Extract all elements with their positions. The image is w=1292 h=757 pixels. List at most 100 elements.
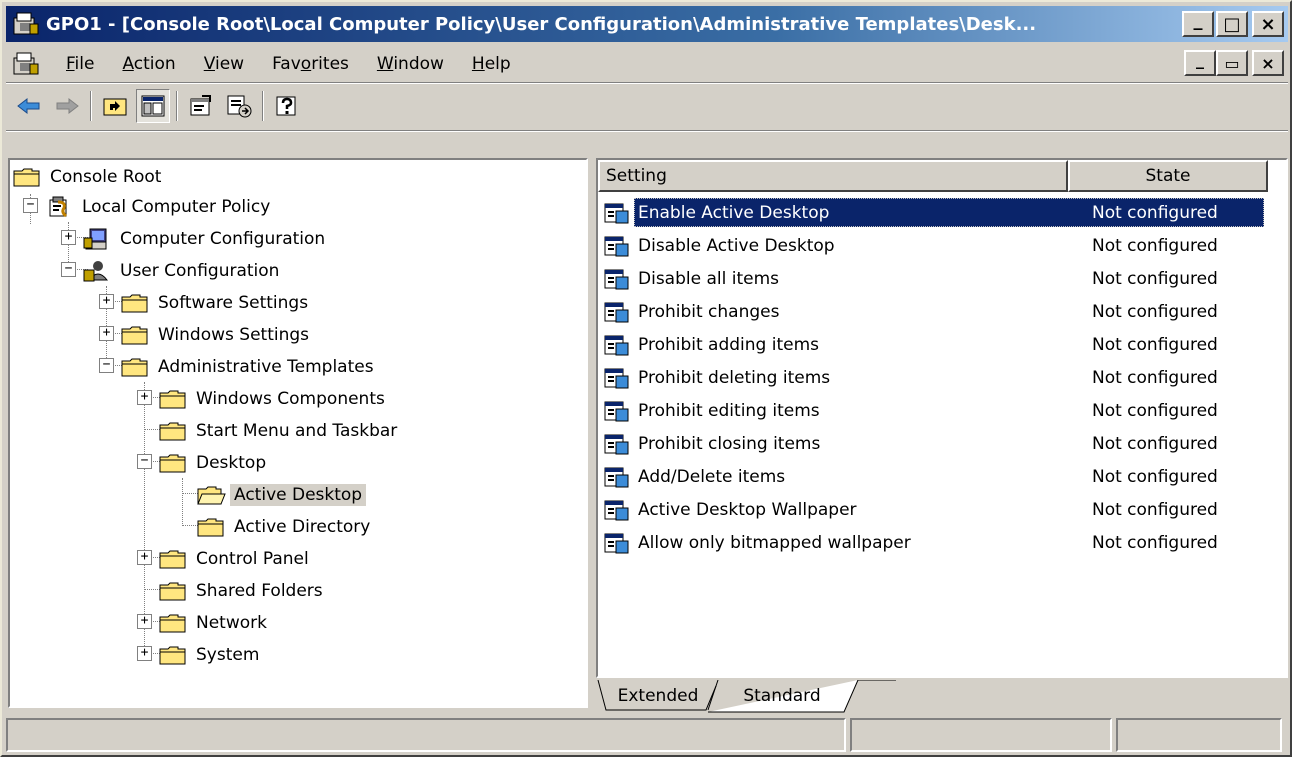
expand-toggle[interactable]: + xyxy=(137,646,152,661)
collapse-toggle[interactable]: − xyxy=(137,454,152,469)
policy-setting-icon xyxy=(604,500,629,520)
export-list-button[interactable] xyxy=(222,89,256,123)
list-row[interactable]: Disable all items Not configured xyxy=(598,262,1266,295)
tree-item-console-root[interactable]: Console Root xyxy=(12,162,165,192)
menu-help[interactable]: Help xyxy=(458,54,525,74)
tree-item-windows-components[interactable]: Windows Components xyxy=(158,384,389,414)
setting-name: Prohibit deleting items xyxy=(638,367,831,388)
folder-icon xyxy=(159,422,186,441)
collapse-toggle[interactable]: − xyxy=(61,262,76,277)
help-button[interactable] xyxy=(270,89,304,123)
tab-extended[interactable]: Extended xyxy=(608,680,708,712)
list-row[interactable]: Prohibit adding items Not configured xyxy=(598,328,1266,361)
list-row[interactable]: Enable Active Desktop Not configured xyxy=(598,196,1266,229)
tree-item-network[interactable]: Network xyxy=(158,608,271,638)
child-restore-button[interactable]: ▭ xyxy=(1216,50,1248,76)
setting-state: Not configured xyxy=(1092,334,1218,355)
setting-state: Not configured xyxy=(1092,466,1218,487)
expand-toggle[interactable]: + xyxy=(99,326,114,341)
setting-state: Not configured xyxy=(1092,433,1218,454)
help-icon xyxy=(276,96,296,116)
tree-item-control-panel[interactable]: Control Panel xyxy=(158,544,313,574)
tree-item-active-desktop[interactable]: Active Desktop xyxy=(196,480,367,510)
maximize-button[interactable]: □ xyxy=(1216,11,1248,37)
list-row[interactable]: Disable Active Desktop Not configured xyxy=(598,229,1266,262)
list-row[interactable]: Allow only bitmapped wallpaper Not confi… xyxy=(598,526,1266,559)
tree-item-system[interactable]: System xyxy=(158,640,263,670)
column-header-setting[interactable]: Setting xyxy=(598,160,1068,192)
setting-name: Add/Delete items xyxy=(638,466,786,487)
column-header-state[interactable]: State xyxy=(1068,160,1268,192)
back-icon xyxy=(17,97,40,115)
setting-name: Disable Active Desktop xyxy=(638,235,835,256)
console-doc-icon[interactable] xyxy=(12,50,40,78)
folder-icon xyxy=(159,614,186,633)
tree-item-computer-configuration[interactable]: Computer Configuration xyxy=(82,224,329,254)
expand-toggle[interactable]: + xyxy=(137,550,152,565)
expand-toggle[interactable]: + xyxy=(137,390,152,405)
setting-state: Not configured xyxy=(1092,235,1218,256)
expand-toggle[interactable]: + xyxy=(137,614,152,629)
folder-icon xyxy=(159,646,186,665)
menu-action[interactable]: Action xyxy=(108,54,189,74)
back-button[interactable] xyxy=(12,89,46,123)
folder-icon xyxy=(159,390,186,409)
list-row[interactable]: Add/Delete items Not configured xyxy=(598,460,1266,493)
child-close-button[interactable]: × xyxy=(1252,50,1284,76)
folder-icon xyxy=(159,582,186,601)
show-hide-tree-button[interactable] xyxy=(136,89,170,123)
setting-state: Not configured xyxy=(1092,367,1218,388)
policy-setting-icon xyxy=(604,335,629,355)
folder-icon xyxy=(121,294,148,313)
collapse-toggle[interactable]: − xyxy=(23,198,38,213)
list-row[interactable]: Active Desktop Wallpaper Not configured xyxy=(598,493,1266,526)
menu-window[interactable]: Window xyxy=(363,54,458,74)
list-row[interactable]: Prohibit editing items Not configured xyxy=(598,394,1266,427)
minimize-button[interactable]: _ xyxy=(1182,9,1214,37)
list-row[interactable]: Prohibit deleting items Not configured xyxy=(598,361,1266,394)
setting-state: Not configured xyxy=(1092,499,1218,520)
child-minimize-button[interactable]: _ xyxy=(1184,50,1216,76)
list-row[interactable]: Prohibit changes Not configured xyxy=(598,295,1266,328)
toolbar-separator xyxy=(90,91,92,121)
up-one-level-button[interactable] xyxy=(98,89,132,123)
menu-view[interactable]: View xyxy=(190,54,258,74)
maximize-icon: □ xyxy=(1223,13,1241,35)
settings-list[interactable]: Setting State Enable Active Desktop Not … xyxy=(596,158,1288,678)
menu-separator xyxy=(6,82,1288,84)
expand-toggle[interactable]: + xyxy=(61,230,76,245)
minimize-icon: _ xyxy=(1193,9,1203,31)
menu-favorites[interactable]: Favorites xyxy=(258,54,363,74)
tree-item-desktop[interactable]: Desktop xyxy=(158,448,270,478)
status-bar xyxy=(6,718,1288,754)
setting-state: Not configured xyxy=(1092,268,1218,289)
policy-setting-icon xyxy=(604,203,629,223)
user-config-icon xyxy=(83,261,109,282)
menu-file[interactable]: File xyxy=(52,54,108,74)
setting-name: Allow only bitmapped wallpaper xyxy=(638,532,911,553)
tree-item-administrative-templates[interactable]: Administrative Templates xyxy=(120,352,378,382)
setting-name: Prohibit closing items xyxy=(638,433,821,454)
collapse-toggle[interactable]: − xyxy=(99,358,114,373)
policy-setting-icon xyxy=(604,236,629,256)
expand-toggle[interactable]: + xyxy=(99,294,114,309)
close-button[interactable]: × xyxy=(1252,11,1284,37)
tree-item-windows-settings[interactable]: Windows Settings xyxy=(120,320,313,350)
folder-icon xyxy=(121,326,148,345)
tree-item-shared-folders[interactable]: Shared Folders xyxy=(158,576,327,606)
tree-item-user-configuration[interactable]: User Configuration xyxy=(82,256,283,286)
toolbar-separator xyxy=(176,91,178,121)
list-row[interactable]: Prohibit closing items Not configured xyxy=(598,427,1266,460)
tab-standard[interactable]: Standard xyxy=(720,680,844,712)
forward-button[interactable] xyxy=(50,89,84,123)
properties-button[interactable] xyxy=(184,89,218,123)
tree-item-start-menu-and-taskbar[interactable]: Start Menu and Taskbar xyxy=(158,416,401,446)
tree-item-active-directory[interactable]: Active Directory xyxy=(196,512,374,542)
policy-setting-icon xyxy=(604,269,629,289)
tree-item-local-computer-policy[interactable]: Local Computer Policy xyxy=(44,192,274,222)
tree-item-software-settings[interactable]: Software Settings xyxy=(120,288,312,318)
title-bar[interactable]: GPO1 - [Console Root\Local Computer Poli… xyxy=(6,6,1288,42)
console-tree[interactable]: − + − + + − + − + + + Console Root Local… xyxy=(8,158,588,708)
toolbar-separator xyxy=(262,91,264,121)
export-list-icon xyxy=(227,95,252,118)
